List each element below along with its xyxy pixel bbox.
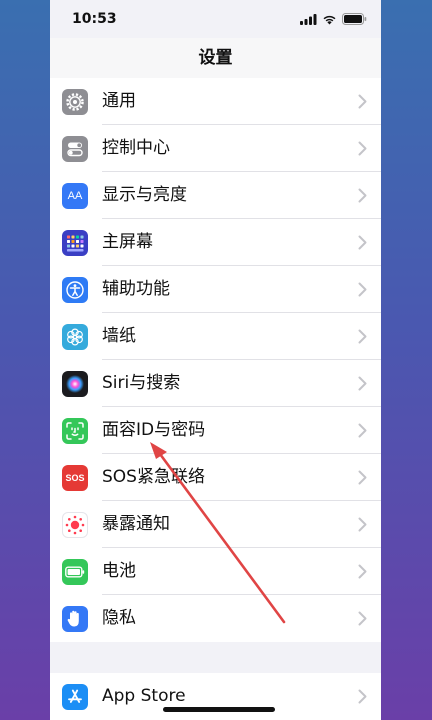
settings-row-label: 电池 (102, 561, 136, 581)
settings-row-privacy[interactable]: 隐私 (50, 595, 381, 642)
sos-glyph: SOS (65, 473, 85, 483)
app-store-icon (62, 684, 88, 710)
chevron-right-icon (358, 517, 367, 532)
settings-row-display-brightness[interactable]: AA 显示与亮度 (50, 172, 381, 219)
settings-row-label: 面容ID与密码 (102, 420, 206, 440)
chevron-right-icon (358, 689, 367, 704)
settings-row-wallpaper[interactable]: 墙纸 (50, 313, 381, 360)
face-id-icon (62, 418, 88, 444)
text-size-glyph: AA (67, 190, 83, 202)
battery-icon (62, 559, 88, 585)
exposure-icon (62, 512, 88, 538)
settings-row-label: 通用 (102, 91, 136, 111)
wifi-icon (323, 15, 336, 24)
chevron-right-icon (358, 282, 367, 297)
settings-row-app-store[interactable]: App Store (50, 673, 381, 720)
settings-row-exposure-notifications[interactable]: 暴露通知 (50, 501, 381, 548)
cellular-signal-icon (300, 13, 317, 25)
battery-status-icon (342, 13, 367, 25)
status-bar: 10:53 (50, 0, 381, 38)
settings-row-general[interactable]: 通用 (50, 78, 381, 125)
settings-group-main: 通用 控制中心 AA 显示与亮度 主屏幕 辅助功能 墙纸 Siri与搜索 面容I… (50, 78, 381, 642)
navigation-bar: 设置 (50, 38, 381, 79)
settings-screen: 10:53 设置 通用 控制中心 AA 显示与亮度 主屏幕 辅助功能 墙纸 Si… (50, 0, 381, 720)
chevron-right-icon (358, 329, 367, 344)
siri-icon (62, 371, 88, 397)
settings-row-label: 隐私 (102, 608, 136, 628)
accessibility-icon (62, 277, 88, 303)
chevron-right-icon (358, 188, 367, 203)
chevron-right-icon (358, 141, 367, 156)
settings-row-label: 墙纸 (102, 326, 136, 346)
chevron-right-icon (358, 564, 367, 579)
hand-icon (62, 606, 88, 632)
settings-row-face-id-passcode[interactable]: 面容ID与密码 (50, 407, 381, 454)
settings-row-label: Siri与搜索 (102, 373, 181, 393)
settings-row-label: 显示与亮度 (102, 185, 187, 205)
home-indicator[interactable] (163, 707, 275, 712)
chevron-right-icon (358, 94, 367, 109)
settings-row-label: 暴露通知 (102, 514, 170, 534)
flower-icon (62, 324, 88, 350)
chevron-right-icon (358, 235, 367, 250)
settings-row-emergency-sos[interactable]: SOS SOS紧急联络 (50, 454, 381, 501)
settings-row-label: App Store (102, 686, 186, 706)
sos-icon: SOS (62, 465, 88, 491)
chevron-right-icon (358, 423, 367, 438)
settings-row-label: 主屏幕 (102, 232, 153, 252)
gear-icon (62, 89, 88, 115)
text-size-icon: AA (62, 183, 88, 209)
settings-row-accessibility[interactable]: 辅助功能 (50, 266, 381, 313)
settings-row-home-screen[interactable]: 主屏幕 (50, 219, 381, 266)
settings-row-label: 控制中心 (102, 138, 170, 158)
settings-row-label: SOS紧急联络 (102, 467, 205, 487)
chevron-right-icon (358, 611, 367, 626)
home-grid-icon (62, 230, 88, 256)
page-title: 设置 (198, 48, 233, 68)
chevron-right-icon (358, 376, 367, 391)
status-time: 10:53 (72, 11, 117, 27)
status-icons (300, 13, 367, 25)
chevron-right-icon (358, 470, 367, 485)
settings-row-label: 辅助功能 (102, 279, 170, 299)
settings-row-battery[interactable]: 电池 (50, 548, 381, 595)
settings-row-control-center[interactable]: 控制中心 (50, 125, 381, 172)
toggles-icon (62, 136, 88, 162)
settings-group-apps: App Store (50, 673, 381, 720)
settings-row-siri-search[interactable]: Siri与搜索 (50, 360, 381, 407)
